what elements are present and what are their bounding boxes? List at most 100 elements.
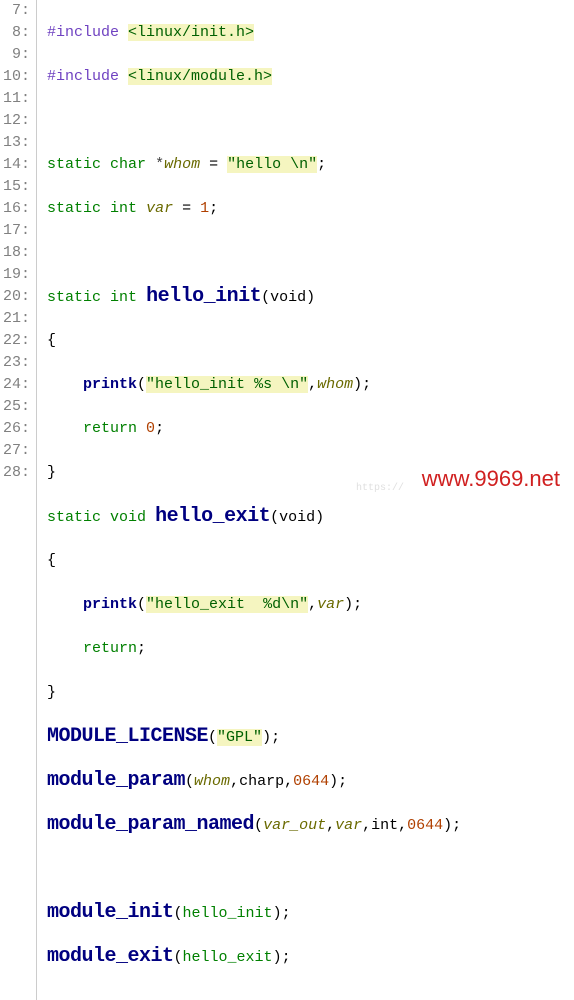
line-number: 15: [0, 176, 30, 198]
semicolon: ; [209, 200, 218, 217]
code-line: module_init(hello_init); [47, 902, 461, 924]
paren: ); [353, 376, 371, 393]
paren: ); [443, 817, 461, 834]
code-line: module_param(whom,charp,0644); [47, 770, 461, 792]
argument: 0644 [293, 773, 329, 790]
keyword: char [110, 156, 146, 173]
operator: * [155, 156, 164, 173]
number: 0 [146, 420, 155, 437]
keyword: return [83, 420, 137, 437]
faint-watermark: https:// [356, 483, 404, 494]
argument: whom [317, 376, 353, 393]
macro-call: MODULE_LICENSE [47, 725, 208, 748]
comma: , [284, 773, 293, 790]
line-number: 12: [0, 110, 30, 132]
line-number: 13: [0, 132, 30, 154]
operator: = [200, 156, 227, 173]
keyword: void [110, 509, 146, 526]
code-line: return 0; [47, 418, 461, 440]
keyword: static [47, 289, 101, 306]
line-number: 24: [0, 374, 30, 396]
line-number: 14: [0, 154, 30, 176]
line-number: 21: [0, 308, 30, 330]
macro-call: module_param_named [47, 813, 254, 836]
keyword: static [47, 509, 101, 526]
macro-call: module_exit [47, 945, 174, 968]
paren: ( [185, 773, 194, 790]
string-literal: "hello_exit %d\n" [146, 596, 308, 613]
header-file: <linux/module.h> [128, 68, 272, 85]
code-line: MODULE_LICENSE("GPL"); [47, 726, 461, 748]
comma: , [398, 817, 407, 834]
argument: 0644 [407, 817, 443, 834]
watermark: www.9969.net [422, 466, 560, 492]
comma: , [308, 596, 317, 613]
header-file: <linux/init.h> [128, 24, 254, 41]
line-number: 23: [0, 352, 30, 374]
paren: ); [273, 905, 291, 922]
line-number: 16: [0, 198, 30, 220]
comma: , [230, 773, 239, 790]
code-line: module_param_named(var_out,var,int,0644)… [47, 814, 461, 836]
keyword: return [83, 640, 137, 657]
macro-call: module_param [47, 769, 185, 792]
line-number: 20: [0, 286, 30, 308]
code-line: static int var = 1; [47, 198, 461, 220]
number: 1 [200, 200, 209, 217]
function-name: hello_exit [155, 505, 270, 528]
semicolon: ; [317, 156, 326, 173]
code-line: #include <linux/init.h> [47, 22, 461, 44]
argument: charp [239, 773, 284, 790]
operator: = [173, 200, 200, 217]
code-line: static void hello_exit(void) [47, 506, 461, 528]
paren: ( [174, 949, 183, 966]
paren: ); [262, 729, 280, 746]
brace: { [47, 332, 56, 349]
function-call: printk [83, 376, 137, 393]
function-name: hello_init [146, 285, 261, 308]
code-line: } [47, 682, 461, 704]
argument: hello_init [183, 905, 273, 922]
line-number: 9: [0, 44, 30, 66]
line-number: 10: [0, 66, 30, 88]
comma: , [326, 817, 335, 834]
preprocessor: #include [47, 68, 119, 85]
line-number: 7: [0, 0, 30, 22]
code-line: #include <linux/module.h> [47, 66, 461, 88]
line-number: 8: [0, 22, 30, 44]
paren: ( [208, 729, 217, 746]
code-editor: 7: 8: 9: 10: 11: 12: 13: 14: 15: 16: 17:… [0, 0, 574, 1000]
brace: } [47, 684, 56, 701]
code-line: { [47, 330, 461, 352]
line-number: 25: [0, 396, 30, 418]
paren: ( [137, 596, 146, 613]
code-line: } [47, 462, 461, 484]
string-literal: "hello_init %s \n" [146, 376, 308, 393]
keyword: static [47, 200, 101, 217]
code-line: printk("hello_init %s \n",whom); [47, 374, 461, 396]
line-number: 17: [0, 220, 30, 242]
code-line: return; [47, 638, 461, 660]
argument: whom [194, 773, 230, 790]
line-number: 11: [0, 88, 30, 110]
keyword: int [110, 289, 137, 306]
line-number: 27: [0, 440, 30, 462]
code-line [47, 858, 461, 880]
code-line: { [47, 550, 461, 572]
code-line: module_exit(hello_exit); [47, 946, 461, 968]
line-number: 22: [0, 330, 30, 352]
preprocessor: #include [47, 24, 119, 41]
paren: ); [329, 773, 347, 790]
argument: var [317, 596, 344, 613]
params: (void) [261, 289, 315, 306]
paren: ( [137, 376, 146, 393]
comma: , [308, 376, 317, 393]
brace: { [47, 552, 56, 569]
macro-call: module_init [47, 901, 174, 924]
params: (void) [270, 509, 324, 526]
keyword: static [47, 156, 101, 173]
line-number: 26: [0, 418, 30, 440]
line-gutter: 7: 8: 9: 10: 11: 12: 13: 14: 15: 16: 17:… [0, 0, 37, 1000]
variable: whom [164, 156, 200, 173]
code-line [47, 242, 461, 264]
